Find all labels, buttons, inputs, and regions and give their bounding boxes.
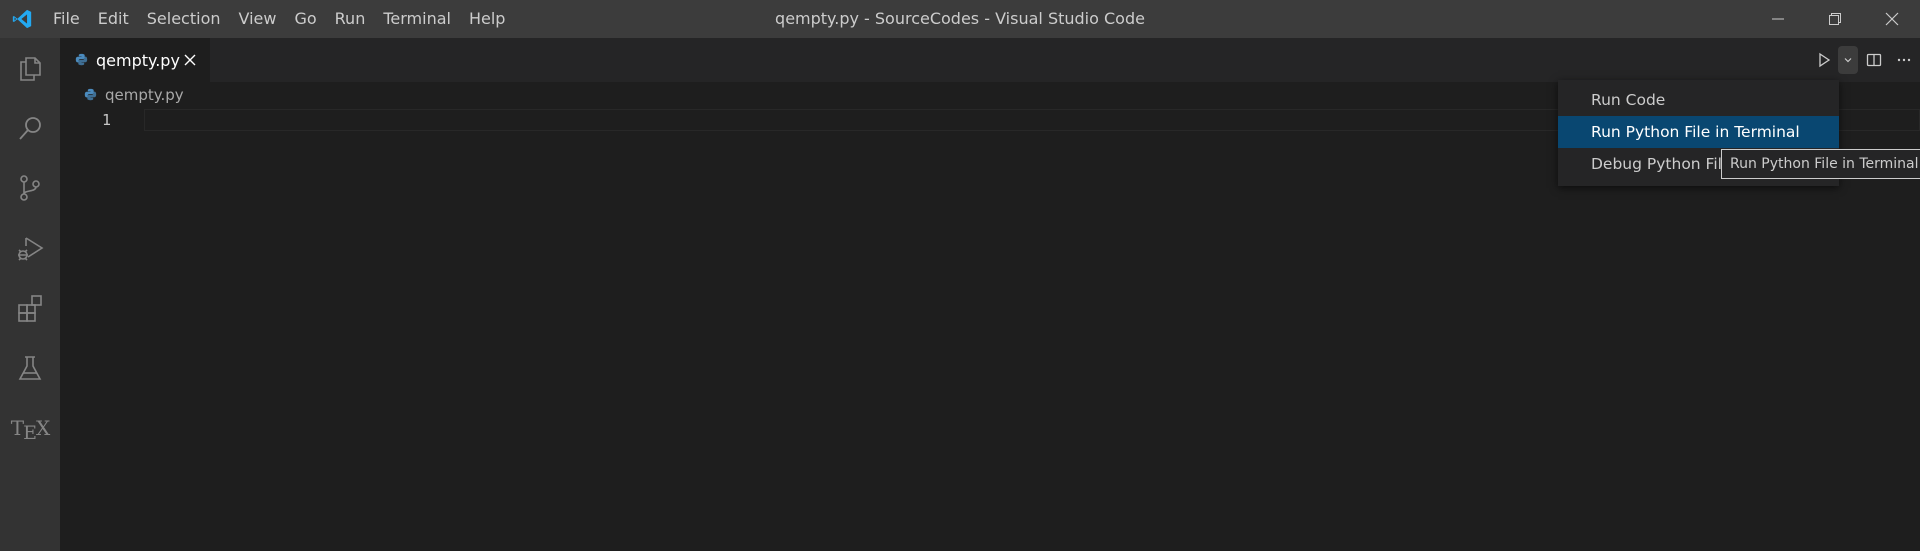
more-actions-icon[interactable] [1890, 46, 1918, 74]
tab-label: qempty.py [96, 50, 180, 70]
editor-actions [1810, 38, 1920, 82]
restore-icon[interactable] [1806, 0, 1863, 38]
menu-go[interactable]: Go [285, 0, 325, 38]
run-debug-icon[interactable] [0, 218, 60, 278]
close-window-icon[interactable] [1863, 0, 1920, 38]
menu-selection[interactable]: Selection [138, 0, 230, 38]
breadcrumb-item-file[interactable]: qempty.py [105, 86, 184, 104]
breadcrumb: qempty.py [60, 82, 184, 108]
title-bar: File Edit Selection View Go Run Terminal… [0, 0, 1920, 38]
extensions-icon[interactable] [0, 278, 60, 338]
chevron-down-icon[interactable] [1838, 46, 1858, 74]
tab-qempty-py[interactable]: qempty.py [60, 38, 210, 82]
tooltip: Run Python File in Terminal [1721, 149, 1920, 179]
menu-item-run-python-file-in-terminal[interactable]: Run Python File in Terminal [1558, 116, 1839, 148]
activity-bar: TEX [0, 38, 60, 551]
menu-file[interactable]: File [44, 0, 89, 38]
menu-help[interactable]: Help [460, 0, 514, 38]
tabs-bar: qempty.py [60, 38, 1920, 82]
menu-bar: File Edit Selection View Go Run Terminal… [44, 0, 514, 38]
explorer-icon[interactable] [0, 38, 60, 98]
python-file-icon [84, 86, 97, 105]
split-editor-icon[interactable] [1860, 46, 1888, 74]
python-file-icon [75, 51, 88, 70]
testing-icon[interactable] [0, 338, 60, 398]
menu-run[interactable]: Run [326, 0, 375, 38]
close-icon[interactable] [180, 50, 200, 70]
minimize-icon[interactable] [1749, 0, 1806, 38]
tex-icon[interactable]: TEX [0, 398, 60, 458]
menu-terminal[interactable]: Terminal [374, 0, 460, 38]
vscode-logo-icon [0, 0, 44, 38]
source-control-icon[interactable] [0, 158, 60, 218]
menu-item-run-code[interactable]: Run Code [1558, 84, 1839, 116]
run-icon[interactable] [1810, 46, 1838, 74]
line-number: 1 [102, 111, 112, 129]
window-controls [1749, 0, 1920, 38]
menu-edit[interactable]: Edit [89, 0, 138, 38]
search-icon[interactable] [0, 98, 60, 158]
menu-view[interactable]: View [230, 0, 286, 38]
